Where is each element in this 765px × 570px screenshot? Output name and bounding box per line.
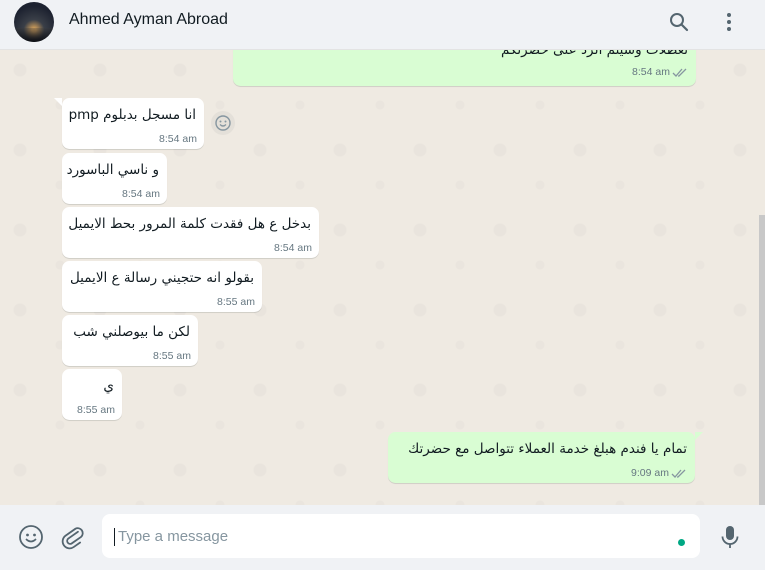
message-incoming[interactable]: بدخل ع هل فقدت كلمة المرور بحط الايميل 8… [62, 207, 319, 258]
bubble-tail [695, 432, 703, 440]
read-ticks-icon [672, 67, 688, 78]
message-outgoing[interactable]: تعطلات وسيتم الرد على حضرتكم 8:54 am [233, 50, 696, 86]
message-time: 8:55 am [153, 350, 191, 362]
message-text: ي [103, 378, 114, 394]
chat-area: تعطلات وسيتم الرد على حضرتكم 8:54 am انا… [0, 50, 765, 505]
message-text: تعطلات وسيتم الرد على حضرتكم [500, 50, 688, 58]
message-incoming[interactable]: لكن ما بيوصلني شب 8:55 am [62, 315, 198, 366]
message-time: 8:54 am [122, 188, 160, 200]
message-time: 8:54 am [159, 133, 197, 145]
message-text: انا مسجل بدبلوم pmp [68, 107, 196, 123]
read-ticks-icon [671, 468, 687, 479]
message-time: 8:55 am [217, 296, 255, 308]
composer [0, 505, 765, 570]
message-time: 9:09 am [631, 467, 669, 479]
scrollbar[interactable] [759, 215, 765, 505]
message-incoming[interactable]: انا مسجل بدبلوم pmp 8:54 am [62, 98, 204, 149]
message-text: و ناسي الباسورد [66, 162, 159, 178]
mic-icon[interactable] [719, 524, 741, 550]
chat-header: Ahmed Ayman Abroad [0, 0, 765, 50]
avatar[interactable] [14, 2, 54, 42]
message-text: لكن ما بيوصلني شب [73, 324, 190, 340]
attach-icon[interactable] [60, 524, 86, 550]
status-dot [678, 539, 685, 546]
message-incoming[interactable]: ي 8:55 am [62, 369, 122, 420]
contact-name[interactable]: Ahmed Ayman Abroad [69, 11, 228, 29]
emoji-icon[interactable] [18, 524, 44, 550]
message-time: 8:54 am [632, 66, 670, 78]
search-icon[interactable] [667, 10, 691, 34]
react-emoji-icon[interactable] [211, 111, 235, 135]
menu-icon[interactable] [717, 10, 741, 34]
message-time: 8:54 am [274, 242, 312, 254]
message-outgoing[interactable]: تمام يا فندم هبلغ خدمة العملاء تتواصل مع… [388, 432, 695, 483]
message-text: تمام يا فندم هبلغ خدمة العملاء تتواصل مع… [408, 441, 687, 457]
bubble-tail [54, 98, 62, 106]
message-incoming[interactable]: بقولو انه حتجيني رسالة ع الايميل 8:55 am [62, 261, 262, 312]
message-input[interactable] [102, 514, 700, 558]
text-caret [114, 528, 115, 546]
message-text: بدخل ع هل فقدت كلمة المرور بحط الايميل [68, 216, 311, 232]
message-text: بقولو انه حتجيني رسالة ع الايميل [69, 270, 254, 286]
message-time: 8:55 am [77, 404, 115, 416]
message-incoming[interactable]: و ناسي الباسورد 8:54 am [62, 153, 167, 204]
